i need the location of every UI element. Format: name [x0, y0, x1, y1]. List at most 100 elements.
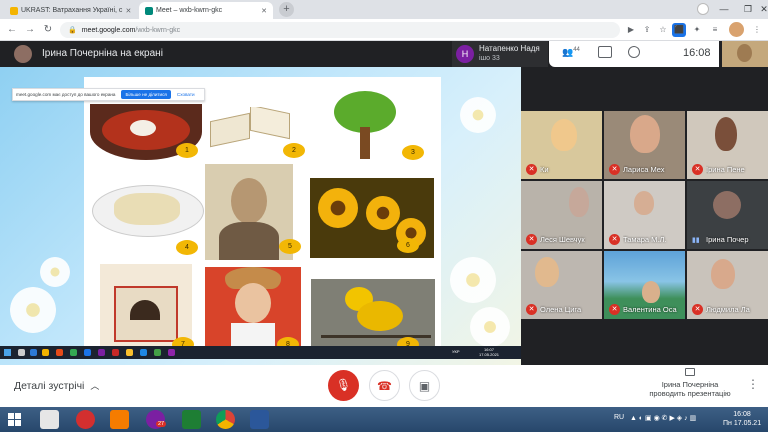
browser-tabstrip: UKRAST: Ватрахання Україні, с ✕ Meet – w… [0, 0, 768, 19]
participant-tile[interactable]: ✕ Валентина Оса [604, 251, 685, 319]
shared-date: 17.05.2021 [479, 352, 500, 357]
people-button[interactable]: 👥44 [562, 47, 580, 58]
extension-icon[interactable]: ⬛ [672, 23, 686, 37]
participant-tile[interactable]: ✕ Людмила Ла [687, 251, 768, 319]
participant-name: Ірина Пене [706, 165, 745, 174]
shared-clock: 16:07 17.05.2021 [479, 347, 499, 357]
close-window-button[interactable]: ✕ [752, 0, 768, 19]
speaker-avatar: H [456, 45, 474, 63]
leave-call-button[interactable]: ☎ [369, 370, 400, 401]
participant-name: Тамара М.Л. [623, 235, 667, 244]
shared-lang: УКР [452, 349, 460, 354]
language-indicator[interactable]: RU [614, 414, 624, 421]
image-tree [330, 91, 400, 161]
tray-icons[interactable]: ▲ ◐ ▣ ◉ ✆ ▶ ◈ ♪ ▥ [630, 414, 696, 422]
extension-icon[interactable]: ≡ [708, 23, 722, 37]
profile-avatar[interactable] [729, 22, 744, 37]
chevron-up-icon: ︿ [90, 381, 100, 391]
participant-tile[interactable]: ✕ Лариса Мех [604, 111, 685, 179]
participant-tile[interactable]: ✕ Ірина Пене [687, 111, 768, 179]
url-host: meet.google.com [81, 26, 136, 34]
participant-tile[interactable]: ✕ Ки [521, 111, 602, 179]
word-icon[interactable] [250, 410, 269, 429]
participant-name: Леся Шевчук [540, 235, 585, 244]
speaker-subtext: ішо 33 [479, 55, 500, 62]
lock-icon: 🔒 [68, 27, 77, 34]
mic-off-icon: ✕ [526, 234, 537, 245]
item-number-badge: 2 [283, 143, 305, 158]
tab-label: UKRAST: Ватрахання Україні, с [21, 7, 123, 14]
app-icon [126, 349, 133, 356]
meet-control-bar: Деталі зустрічі ︿ 🎙 ☎ ▣ Ірина Почерніна п… [0, 365, 768, 407]
explorer-icon[interactable] [40, 410, 59, 429]
camera-indicator-icon[interactable]: ▶ [624, 23, 638, 37]
participant-name: Олена Цига [540, 305, 582, 314]
excel-icon[interactable] [182, 410, 201, 429]
participant-tile[interactable]: ▮▮ Ірина Почер [687, 181, 768, 249]
mic-toggle-button[interactable]: 🎙 [328, 370, 359, 401]
meeting-details-button[interactable]: Деталі зустрічі ︿ [14, 379, 99, 392]
shared-screen: 1 2 3 4 5 6 7 8 9 meet.google.com має до… [0, 67, 521, 365]
app-icon [18, 349, 25, 356]
more-options-icon[interactable]: ⋮ [747, 377, 759, 391]
app-icon [154, 349, 161, 356]
media-player-icon[interactable] [110, 410, 129, 429]
menu-icon[interactable]: ⋮ [750, 23, 764, 37]
puzzle-icon[interactable]: ✦ [690, 23, 704, 37]
chrome-icon[interactable] [216, 410, 235, 429]
participant-tile[interactable]: ✕ Леся Шевчук [521, 181, 602, 249]
presenting-status[interactable]: Ірина Почерніна проводить презентацію [640, 368, 740, 398]
url-field[interactable]: 🔒 meet.google.com /wxb-kwrn-gkc [60, 22, 620, 38]
chat-icon[interactable] [598, 46, 612, 58]
start-button[interactable] [8, 413, 21, 426]
shared-taskbar: УКР 16:07 17.05.2021 [0, 346, 521, 359]
forward-button[interactable]: → [22, 22, 38, 38]
tab-favicon [10, 6, 18, 15]
participant-tile[interactable]: ✕ Олена Цига [521, 251, 602, 319]
close-icon[interactable]: ✕ [125, 7, 131, 15]
presenting-name: Ірина Почерніна [661, 380, 719, 389]
daisy-decoration [460, 97, 496, 133]
camera-toggle-button[interactable]: ▣ [409, 370, 440, 401]
mic-off-icon: ✕ [526, 304, 537, 315]
app-icon [42, 349, 49, 356]
minimize-button[interactable]: — [712, 0, 736, 19]
stop-sharing-button[interactable]: Більше не ділитися [121, 90, 171, 99]
record-indicator-icon [697, 3, 709, 15]
system-date: Пн 17.05.21 [723, 420, 762, 427]
app-icon [30, 349, 37, 356]
hide-banner-button[interactable]: Сховати [177, 92, 195, 97]
daisy-decoration [470, 307, 510, 347]
share-icon[interactable]: ⇪ [640, 23, 654, 37]
reload-button[interactable]: ↻ [40, 22, 56, 38]
activities-icon[interactable] [628, 46, 640, 58]
address-bar: ← → ↻ 🔒 meet.google.com /wxb-kwrn-gkc ▶ … [0, 19, 768, 41]
tab-ukrast[interactable]: UKRAST: Ватрахання Україні, с ✕ [4, 2, 137, 19]
back-button[interactable]: ← [4, 22, 20, 38]
close-icon[interactable]: ✕ [261, 7, 267, 15]
self-view-tile[interactable] [722, 41, 768, 67]
screen: UKRAST: Ватрахання Україні, с ✕ Meet – w… [0, 0, 768, 432]
item-number-badge: 1 [176, 143, 198, 158]
opera-icon[interactable] [76, 410, 95, 429]
mic-off-icon: ✕ [609, 304, 620, 315]
tab-meet[interactable]: Meet – wxb-kwrn-gkc ✕ [139, 2, 273, 19]
app-icon [56, 349, 63, 356]
url-path: /wxb-kwrn-gkc [135, 26, 181, 34]
app-icon [168, 349, 175, 356]
app-icon [112, 349, 119, 356]
tab-label: Meet – wxb-kwrn-gkc [156, 7, 223, 14]
item-number-badge: 4 [176, 240, 198, 255]
meet-favicon [145, 6, 153, 15]
viber-badge: 27 [156, 421, 167, 427]
speaking-icon: ▮▮ [692, 237, 700, 244]
app-icon [140, 349, 147, 356]
people-icon: 👥 [562, 47, 574, 57]
participant-tile[interactable]: ✕ Тамара М.Л. [604, 181, 685, 249]
new-tab-button[interactable]: + [279, 2, 294, 17]
system-clock[interactable]: 16:08 Пн 17.05.21 [723, 410, 761, 428]
active-speaker-card[interactable]: H Натапенко Надя ішо 33 [452, 41, 548, 67]
screen-share-banner: meet.google.com має доступ до вашого екр… [12, 88, 205, 101]
app-icon [70, 349, 77, 356]
star-icon[interactable]: ☆ [656, 23, 670, 37]
